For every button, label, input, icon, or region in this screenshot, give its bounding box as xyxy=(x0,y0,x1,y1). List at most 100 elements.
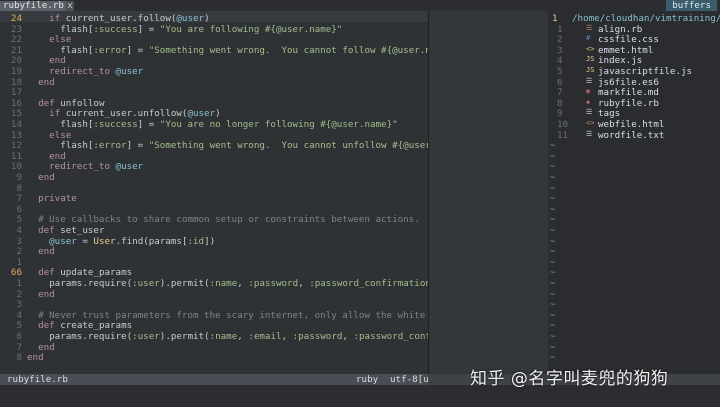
tree-file-item[interactable]: wordfile.txt xyxy=(598,130,664,141)
file-type-icon: <> xyxy=(586,119,595,127)
line-number: 3 xyxy=(16,299,22,311)
tree-line-number: 11 xyxy=(557,129,569,141)
line-number: 15 xyxy=(10,108,22,120)
line-number: 11 xyxy=(10,150,22,162)
line-number: 6 xyxy=(16,203,22,215)
code-line: # Use callbacks to share common setup or… xyxy=(27,214,420,226)
code-line: params.require(:user).permit(:name, :pas… xyxy=(27,278,436,289)
tree-line-number: 6 xyxy=(557,76,563,88)
tree-header-number: 1 xyxy=(552,13,558,24)
tree-line-number: 3 xyxy=(557,44,563,56)
tree-file-item[interactable]: emmet.html xyxy=(598,45,653,56)
code-line: flash[:success] = "You are no longer fol… xyxy=(27,119,398,130)
line-number: 14 xyxy=(10,119,22,130)
tree-line-number: 10 xyxy=(557,119,569,130)
code-line: def update_params xyxy=(38,267,133,279)
tree-file-item[interactable]: javascriptfile.js xyxy=(598,66,692,77)
file-type-icon: JS xyxy=(586,66,595,74)
line-number: 19 xyxy=(10,66,22,77)
code-line: else xyxy=(49,129,72,141)
code-line: def unfollow xyxy=(38,97,105,109)
tree-file-item[interactable]: tags xyxy=(598,108,620,119)
line-number: 7 xyxy=(16,341,22,353)
tree-file-item[interactable]: index.js xyxy=(598,55,642,66)
tree-file-item[interactable]: js6file.es6 xyxy=(598,77,659,88)
line-number: 20 xyxy=(10,55,22,67)
line-number: 1 xyxy=(16,256,22,268)
file-type-icon: <> xyxy=(586,44,595,53)
file-type-icon: ☰ xyxy=(586,129,593,138)
code-line: def create_params xyxy=(38,320,133,332)
buffers-label[interactable]: buffers xyxy=(666,0,717,11)
watermark-text: 知乎 @名字叫麦兜的狗狗 xyxy=(470,369,669,389)
code-line: end xyxy=(38,288,55,300)
line-number: 4 xyxy=(16,225,22,236)
file-type-icon: ◉ xyxy=(586,87,591,96)
line-number: 5 xyxy=(16,320,22,332)
line-number: 10 xyxy=(10,161,22,173)
line-number: 3 xyxy=(16,235,22,247)
line-number: 8 xyxy=(16,352,22,364)
file-type-icon: # xyxy=(586,34,591,43)
code-line: end xyxy=(38,76,55,88)
code-line: redirect_to @user xyxy=(49,66,144,77)
line-number: 8 xyxy=(16,182,22,194)
line-number: 9 xyxy=(16,172,22,183)
code-line: private xyxy=(38,193,77,205)
tree-line-number: 4 xyxy=(557,55,563,67)
file-type-icon: JS xyxy=(586,55,595,64)
tree-file-item[interactable]: webfile.html xyxy=(598,119,664,130)
file-type-icon: ☰ xyxy=(586,76,593,85)
status-filename: rubyfile.rb xyxy=(7,374,68,385)
tree-line-number: 5 xyxy=(557,66,563,77)
tree-line-number: 7 xyxy=(557,87,563,99)
tab-close-icon[interactable]: x xyxy=(66,1,74,11)
line-number: 17 xyxy=(10,87,22,99)
tree-file-item[interactable]: cssfile.css xyxy=(598,34,659,45)
line-number: 2 xyxy=(16,246,22,258)
line-number: 24 xyxy=(10,13,22,24)
tree-line-number: 8 xyxy=(557,97,563,109)
empty-split-window[interactable]: ||||||||||||||||||||||||||||||||| xyxy=(428,11,553,374)
code-line: def set_user xyxy=(38,225,105,236)
file-type-icon: ☰ xyxy=(586,23,593,32)
line-number: 22 xyxy=(10,34,22,46)
code-line: end xyxy=(38,172,55,183)
tree-line-number: 9 xyxy=(557,108,563,120)
code-line: flash[:error] = "Something went wrong. Y… xyxy=(27,44,459,56)
code-line: end xyxy=(38,341,55,353)
line-number: 18 xyxy=(10,76,22,88)
line-number: 23 xyxy=(10,23,22,35)
tree-line-number: 1 xyxy=(557,23,563,35)
code-line: flash[:error] = "Something went wrong. Y… xyxy=(27,140,470,152)
line-number: 21 xyxy=(10,44,22,56)
code-line: end xyxy=(38,246,55,258)
code-line: end xyxy=(49,150,66,162)
tree-line-number: 2 xyxy=(557,34,563,46)
tree-file-item[interactable]: align.rb xyxy=(598,24,642,35)
line-number: 6 xyxy=(16,331,22,342)
line-number: 12 xyxy=(10,140,22,152)
code-editor[interactable]: 24 if current_user.follow(@user) 23 flash… xyxy=(0,11,503,374)
line-number: 16 xyxy=(10,97,22,109)
file-type-icon: ◆ xyxy=(586,97,591,106)
file-type-icon: ☰ xyxy=(586,108,593,117)
tree-file-item[interactable]: markfile.md xyxy=(598,87,659,98)
line-number: 7 xyxy=(16,193,22,205)
line-number: 1 xyxy=(16,278,22,289)
code-line: end xyxy=(49,55,66,67)
line-number: 2 xyxy=(16,288,22,300)
code-line: if current_user.unfollow(@user) xyxy=(49,108,221,120)
tab-rubyfile[interactable]: rubyfile.rb xyxy=(0,1,67,11)
code-line: end xyxy=(27,352,44,364)
line-number: 5 xyxy=(16,214,22,226)
code-line: else xyxy=(49,34,72,46)
tree-file-item[interactable]: rubyfile.rb xyxy=(598,98,659,109)
code-line: redirect_to @user xyxy=(49,161,144,173)
status-filetype: ruby xyxy=(356,374,379,385)
code-line: if current_user.follow(@user) xyxy=(49,13,210,24)
file-tree-panel[interactable]: 1/home/cloudhan/vimtraining/1 ☰ align.rb 2 #… xyxy=(548,11,720,374)
line-number: 4 xyxy=(16,309,22,321)
tree-root-path[interactable]: /home/cloudhan/vimtraining/ xyxy=(572,13,720,24)
line-number: 13 xyxy=(10,129,22,141)
